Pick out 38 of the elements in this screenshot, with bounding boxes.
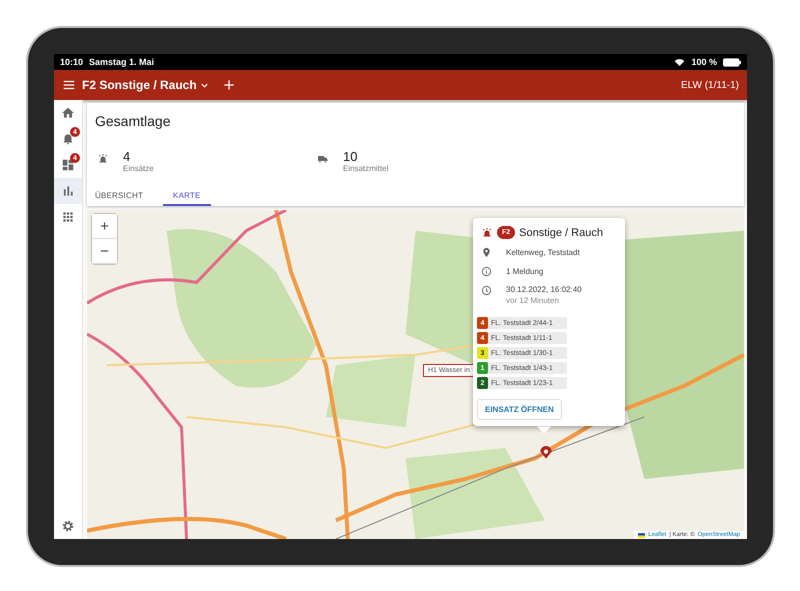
add-icon[interactable]: [222, 78, 236, 92]
settings-icon[interactable]: [61, 519, 75, 533]
open-incident-button[interactable]: EINSATZ ÖFFNEN: [477, 399, 562, 420]
clock-icon: [481, 285, 492, 296]
dashboard-icon: [61, 158, 75, 172]
stat-value: 4: [123, 149, 132, 164]
status-time: 10:10: [60, 57, 84, 67]
card-title: Gesamtlage: [95, 113, 172, 131]
truck-icon: [317, 153, 329, 165]
stat-label: Einsatzmittel: [343, 164, 388, 173]
tab[interactable]: ÜBERSICHT: [95, 183, 154, 206]
report-count: 1 Meldung: [506, 267, 544, 276]
grid-icon: [61, 210, 75, 224]
menu-icon[interactable]: [62, 78, 76, 92]
vehicle-label[interactable]: ELW (1/11-1): [681, 80, 739, 90]
nav-item[interactable]: [54, 178, 82, 204]
tab[interactable]: KARTE: [163, 183, 211, 206]
location-pin-icon: [481, 247, 492, 258]
map-pin-icon[interactable]: [539, 446, 553, 460]
zoom-in-button[interactable]: +: [92, 214, 117, 239]
alarm-icon: [97, 153, 109, 165]
alarm-bell-icon: [61, 132, 75, 146]
flag-icon: [638, 532, 646, 538]
incident-selector[interactable]: F2 Sonstige / Rauch: [82, 78, 210, 92]
popup-title: Sonstige / Rauch: [519, 226, 603, 238]
battery-icon: [723, 58, 741, 66]
address-text: Keltenweg, Teststadt: [506, 248, 580, 257]
elapsed-time: vor 12 Minuten: [506, 296, 560, 305]
stat-value: 10: [343, 149, 358, 164]
stat-label: Einsätze: [123, 164, 154, 173]
alarm-icon: [481, 226, 493, 238]
info-icon: [481, 266, 492, 277]
status-date: Samstag 1. Mai: [89, 57, 154, 67]
bar-chart-icon: [61, 184, 75, 198]
alarm-time: 30.12.2022, 16:02:40: [506, 285, 582, 294]
home-icon: [61, 106, 75, 120]
wifi-icon: [674, 58, 686, 66]
battery-percent: 100 %: [691, 57, 717, 67]
